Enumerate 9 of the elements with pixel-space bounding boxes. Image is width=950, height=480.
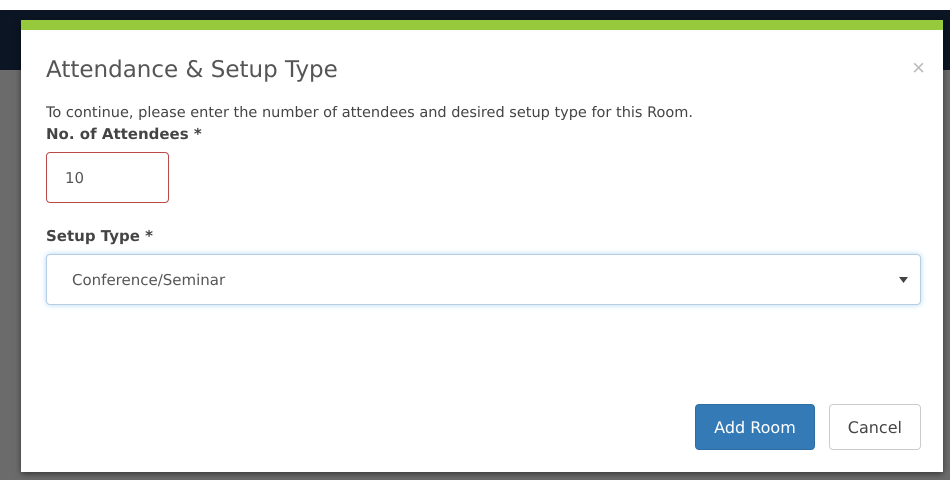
- attendees-input[interactable]: 10: [46, 152, 169, 203]
- dialog-title: Attendance & Setup Type: [46, 57, 338, 83]
- description-text: To continue, please enter the number of attendees and desired setup type for this Room.: [46, 105, 694, 121]
- caret-icon: [899, 276, 908, 282]
- field-label: No. of Attendees *: [46, 125, 203, 143]
- field-label: Setup Type *: [46, 227, 154, 245]
- cancel-button[interactable]: Cancel: [828, 404, 921, 450]
- setup-type-select[interactable]: Conference/Seminar: [46, 254, 921, 305]
- add-room-button[interactable]: Add Room: [695, 404, 815, 450]
